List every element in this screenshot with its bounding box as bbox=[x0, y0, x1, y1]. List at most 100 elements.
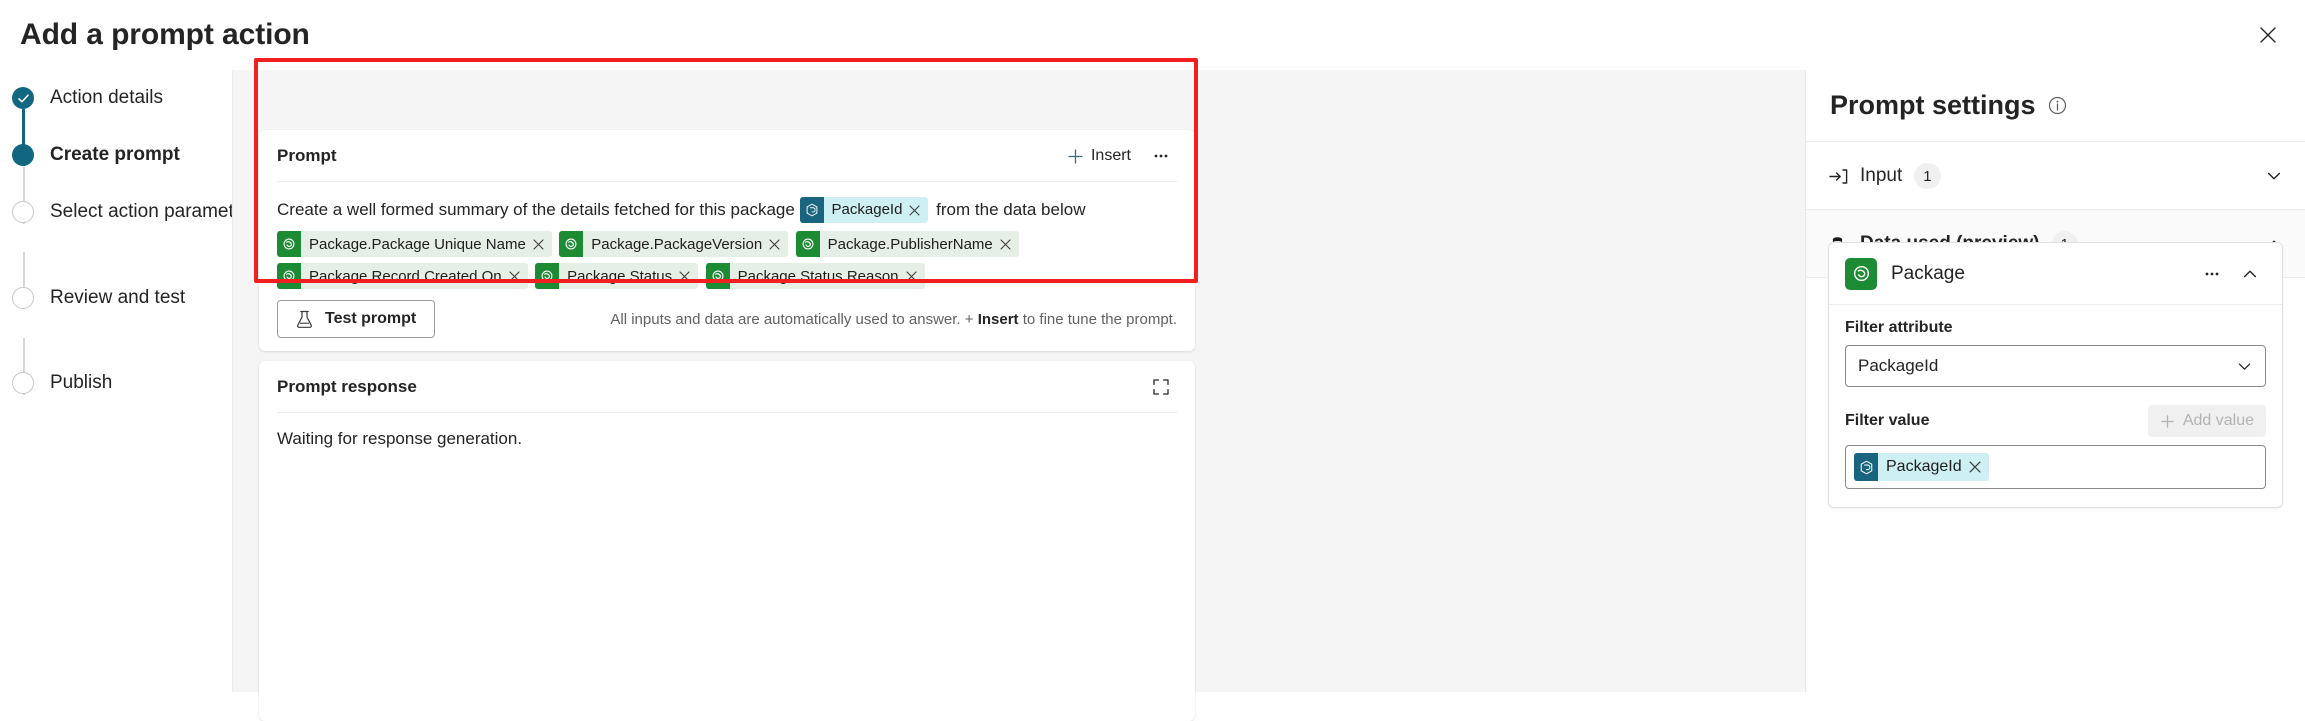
prompt-hint-text: All inputs and data are automatically us… bbox=[610, 311, 1177, 328]
filter-attribute-label: Filter attribute bbox=[1845, 319, 1953, 336]
step-status-todo-icon bbox=[12, 372, 34, 394]
prompt-card-title: Prompt bbox=[277, 146, 337, 165]
sidebar-item-publish[interactable]: Publish bbox=[0, 363, 232, 403]
chip-remove-button[interactable] bbox=[1969, 461, 1989, 473]
prompt-editor[interactable]: Create a well formed summary of the deta… bbox=[277, 182, 1177, 292]
chip-remove-button[interactable] bbox=[769, 238, 788, 250]
expand-response-button[interactable] bbox=[1145, 371, 1177, 403]
chip-remove-button[interactable] bbox=[905, 270, 925, 282]
response-card-title: Prompt response bbox=[277, 377, 417, 396]
input-arrow-icon bbox=[1828, 166, 1856, 187]
table-glyph-icon bbox=[1853, 265, 1869, 282]
sign-in-icon bbox=[1829, 168, 1848, 184]
prompt-card-actions: Insert bbox=[1057, 140, 1177, 172]
chip-remove-button[interactable] bbox=[1000, 238, 1019, 250]
response-card-header: Prompt response bbox=[259, 361, 1195, 413]
prompt-hint-suffix: to fine tune the prompt. bbox=[1022, 310, 1177, 328]
main-content: Prompt Insert Create a well formed summa… bbox=[232, 70, 1805, 721]
test-prompt-button-label: Test prompt bbox=[325, 310, 417, 327]
hexagon-icon bbox=[1860, 460, 1872, 474]
prompt-data-chip[interactable]: Package.PublisherName bbox=[795, 231, 1019, 257]
prompt-data-chip[interactable]: Package.Package Unique Name bbox=[277, 231, 552, 257]
step-status-done-icon bbox=[12, 87, 34, 109]
step-status-active-icon bbox=[12, 144, 34, 166]
sidebar-item-create-prompt[interactable]: Create prompt bbox=[0, 135, 232, 175]
close-icon bbox=[533, 238, 544, 250]
prompt-data-chip[interactable]: Package.Status Reason bbox=[705, 263, 925, 289]
table-column-icon bbox=[535, 263, 560, 289]
close-icon bbox=[2260, 27, 2276, 43]
filter-value-chip-packageid[interactable]: PackageId bbox=[1854, 453, 1989, 481]
close-icon bbox=[679, 270, 690, 282]
sidebar-item-label: Action details bbox=[50, 87, 164, 108]
settings-header: Prompt settings bbox=[1806, 70, 2305, 142]
page-title: Add a prompt action bbox=[20, 18, 310, 51]
chip-remove-button[interactable] bbox=[909, 204, 928, 216]
prompt-first-line: Create a well formed summary of the deta… bbox=[277, 194, 1177, 226]
prompt-more-options-button[interactable] bbox=[1145, 140, 1177, 172]
more-horizontal-icon bbox=[2205, 272, 2219, 275]
prompt-data-chip[interactable]: Package.PackageVersion bbox=[559, 231, 789, 257]
close-icon bbox=[1969, 461, 1981, 473]
table-glyph-icon bbox=[565, 238, 577, 250]
add-value-button[interactable]: Add value bbox=[2147, 405, 2266, 437]
close-button[interactable] bbox=[2241, 8, 2295, 62]
input-variable-icon bbox=[799, 197, 824, 223]
sidebar-item-label: Review and test bbox=[50, 287, 186, 308]
prompt-hint-bold: Insert bbox=[977, 310, 1019, 328]
sidebar-item-select-action-parameters[interactable]: Select action parameters bbox=[0, 192, 260, 232]
filter-value-field[interactable]: PackageId bbox=[1845, 445, 2266, 489]
settings-section-input[interactable]: Input 1 bbox=[1806, 142, 2305, 210]
prompt-response-card: Prompt response Waiting for response gen… bbox=[259, 361, 1195, 721]
table-column-icon bbox=[277, 263, 301, 289]
prompt-settings-panel: Prompt settings Input 1 Package Filter a… bbox=[1805, 70, 2305, 692]
dataverse-table-icon bbox=[1845, 257, 1877, 290]
sidebar-item-action-details[interactable]: Action details bbox=[0, 78, 232, 118]
chip-remove-button[interactable] bbox=[679, 270, 698, 282]
prompt-card: Prompt Insert Create a well formed summa… bbox=[259, 130, 1195, 351]
prompt-data-chip[interactable]: Package.Record Created On bbox=[277, 263, 528, 289]
table-glyph-icon bbox=[283, 270, 295, 282]
prompt-data-chip[interactable]: Package.Status bbox=[535, 263, 699, 289]
data-source-more-options-button[interactable] bbox=[2196, 258, 2228, 290]
table-column-icon bbox=[277, 231, 301, 257]
data-source-card: Package Filter attribute PackageId Filte… bbox=[1828, 242, 2283, 508]
section-label: Input bbox=[1860, 165, 1903, 186]
filter-attribute-select[interactable]: PackageId bbox=[1845, 345, 2266, 387]
prompt-input-chip-packageid[interactable]: PackageId bbox=[799, 197, 929, 223]
chip-remove-button[interactable] bbox=[509, 270, 528, 282]
table-column-icon bbox=[559, 231, 584, 257]
plus-icon bbox=[1068, 148, 1083, 164]
chip-label: Package.Status bbox=[567, 267, 673, 285]
chip-label: Package.PublisherName bbox=[827, 235, 993, 253]
add-value-button-label: Add value bbox=[2182, 412, 2254, 429]
info-button[interactable] bbox=[2048, 96, 2067, 115]
sidebar-item-review-and-test[interactable]: Review and test bbox=[0, 278, 232, 318]
check-icon bbox=[17, 93, 29, 103]
response-card-actions bbox=[1145, 371, 1177, 403]
chevron-down-icon[interactable] bbox=[2265, 167, 2283, 185]
chip-label: Package.Status Reason bbox=[737, 267, 899, 285]
data-source-collapse-button[interactable] bbox=[2234, 258, 2266, 290]
chevron-up-icon bbox=[2243, 270, 2257, 277]
prompt-card-header: Prompt Insert bbox=[259, 130, 1195, 182]
sidebar-item-label: Publish bbox=[50, 372, 113, 393]
table-glyph-icon bbox=[541, 270, 553, 282]
data-source-actions bbox=[2196, 258, 2266, 290]
prompt-text-before: Create a well formed summary of the deta… bbox=[277, 200, 795, 219]
response-body-text: Waiting for response generation. bbox=[277, 429, 523, 448]
settings-title: Prompt settings bbox=[1830, 90, 2036, 120]
data-source-header[interactable]: Package bbox=[1829, 243, 2282, 305]
prompt-data-chips: Package.Package Unique Name Package.Pack… bbox=[277, 228, 1177, 292]
close-icon bbox=[905, 270, 917, 282]
insert-button[interactable]: Insert bbox=[1057, 140, 1141, 172]
filter-attribute-value: PackageId bbox=[1858, 356, 1939, 375]
table-glyph-icon bbox=[802, 238, 814, 250]
chip-remove-button[interactable] bbox=[533, 238, 552, 250]
info-icon bbox=[2048, 96, 2066, 115]
step-status-todo-icon bbox=[12, 201, 34, 223]
filter-value-header: Filter value Add value bbox=[1845, 405, 2266, 437]
test-prompt-button[interactable]: Test prompt bbox=[277, 300, 436, 338]
chip-label: Package.PackageVersion bbox=[591, 235, 763, 253]
plus-icon bbox=[2161, 414, 2174, 428]
